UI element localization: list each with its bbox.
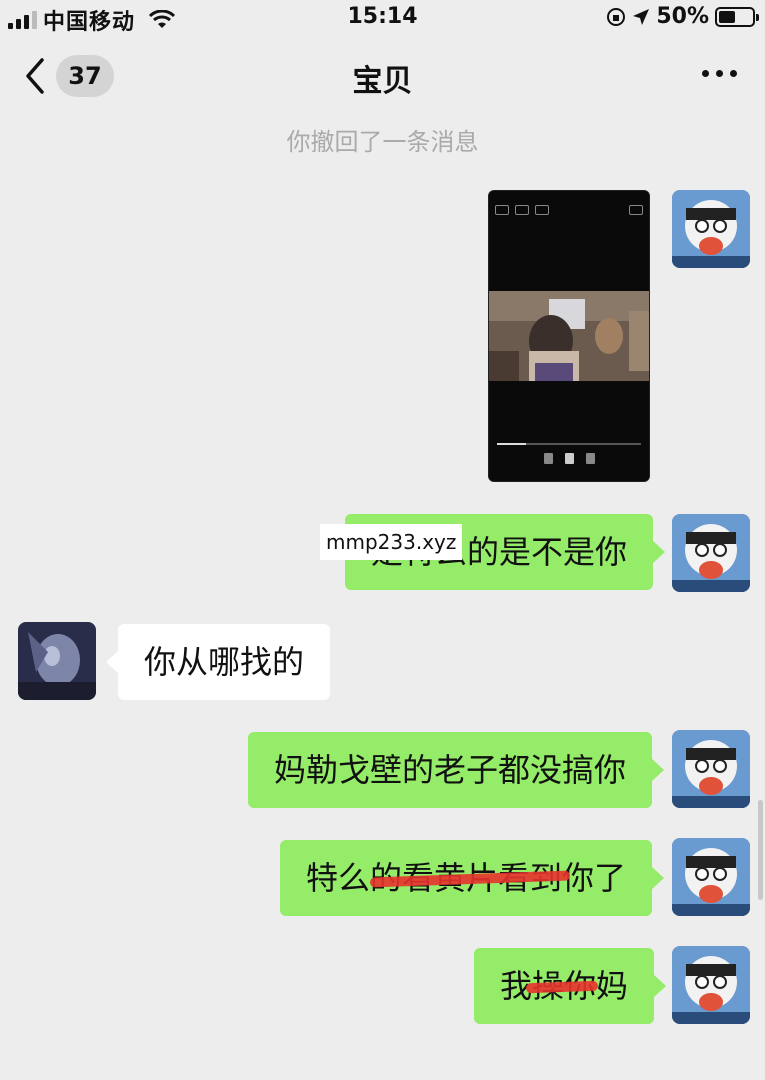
avatar[interactable] [672,730,750,808]
video-controls [489,453,649,464]
chat-title: 宝贝 [352,64,413,99]
lock-rotation-icon [607,7,626,26]
contact-avatar[interactable] [18,622,96,700]
avatar[interactable] [672,514,750,592]
watermark: mmp233.xyz [320,524,463,560]
forward-icon[interactable] [585,453,595,464]
pause-icon[interactable] [564,453,574,464]
chat-screen: 中国移动 15:14 50% 37 宝贝 你撤回了一条消息 是特么的是不是你 m… [0,0,765,1080]
scrollbar[interactable] [758,800,763,900]
video-toolbar [495,201,643,219]
more-icon[interactable] [702,70,737,77]
video-progress-bar[interactable] [497,443,641,445]
recall-notice: 你撤回了一条消息 [286,128,479,156]
battery-icon [715,6,759,27]
avatar[interactable] [672,838,750,916]
video-thumbnail [489,291,649,381]
battery-percent: 50% [656,4,709,29]
message-bubble[interactable]: 妈勒戈壁的老子都没搞你 [248,732,665,808]
video-message[interactable] [488,190,650,482]
avatar[interactable] [672,946,750,1024]
rewind-icon[interactable] [543,453,553,464]
chat-header: 37 宝贝 [0,40,765,112]
avatar[interactable] [672,190,750,268]
message-bubble[interactable]: 你从哪找的 [105,624,331,700]
location-arrow-icon [633,8,650,25]
status-bar: 中国移动 15:14 50% [0,0,765,35]
status-right: 50% [606,4,759,29]
